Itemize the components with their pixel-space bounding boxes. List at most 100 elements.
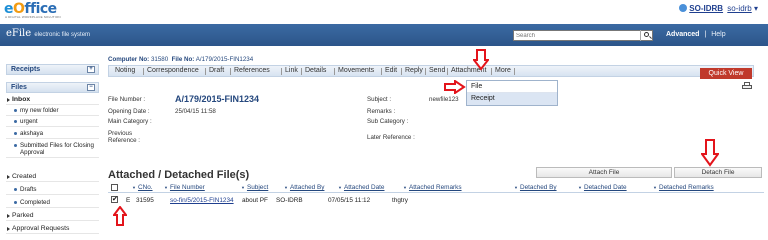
- sidebar-section-receipts[interactable]: Receipts +: [6, 64, 99, 75]
- table-row[interactable]: E 31595 so-fin/5/2015-FIN1234 about PF S…: [108, 195, 764, 206]
- select-all-checkbox[interactable]: [111, 184, 118, 191]
- quick-view-button[interactable]: Quick View: [700, 68, 752, 79]
- menu-movements[interactable]: Movements: [338, 67, 374, 74]
- opening-date-value: 25/04/15 11:58: [175, 108, 216, 115]
- header-links: Advanced | Help: [666, 31, 726, 38]
- expand-receipts-button[interactable]: +: [87, 66, 95, 73]
- menu-separator: [334, 68, 335, 75]
- expand-triangle-icon: [7, 175, 10, 179]
- computer-file-number: Computer No: 31580 File No: A/179/2015-F…: [108, 56, 254, 63]
- menu-separator: [143, 68, 144, 75]
- file-number-label: File Number :: [108, 96, 146, 103]
- logo-tagline: A DIGITAL WORKPLACE SOLUTION: [5, 15, 61, 19]
- menu-separator: [230, 68, 231, 75]
- chevron-down-icon[interactable]: ▾: [754, 4, 758, 13]
- menu-separator: [205, 68, 206, 75]
- bullet-icon: [14, 109, 17, 112]
- advanced-link[interactable]: Advanced: [666, 31, 699, 38]
- help-link[interactable]: Help: [711, 31, 725, 38]
- menu-correspondence[interactable]: Correspondence: [147, 67, 199, 74]
- arrow-up-icon: [113, 206, 127, 226]
- row-cno: 31595: [136, 197, 154, 204]
- menu-reply[interactable]: Reply: [405, 67, 423, 74]
- previous-reference-label: Previous Reference :: [108, 130, 140, 144]
- app-header: eFile electronic file system Advanced | …: [0, 24, 768, 46]
- menu-details[interactable]: Details: [305, 67, 326, 74]
- col-detached-date[interactable]: ▼ Detached Date: [578, 184, 627, 191]
- sub-category-label: Sub Category :: [367, 118, 409, 125]
- user-menu[interactable]: SO-IDRB so-idrb ▾: [679, 4, 758, 13]
- sidebar-item-approval-requests[interactable]: Approval Requests: [6, 224, 99, 234]
- row-file-number-link[interactable]: so-fin/5/2015-FIN1234: [170, 197, 234, 204]
- user-name-link[interactable]: SO-IDRB: [689, 4, 723, 13]
- search-icon[interactable]: [640, 30, 653, 41]
- row-type: E: [126, 197, 131, 204]
- bullet-icon: [14, 201, 17, 204]
- expand-triangle-icon: [7, 227, 10, 231]
- row-attached-by: SO-IDRB: [276, 197, 303, 204]
- menu-separator: [301, 68, 302, 75]
- menu-draft[interactable]: Draft: [209, 67, 224, 74]
- sidebar-item-akshaya[interactable]: akshaya: [6, 129, 99, 139]
- menu-send[interactable]: Send: [429, 67, 445, 74]
- col-cno[interactable]: ▼ CNo.: [132, 184, 153, 191]
- user-id[interactable]: so-idrb: [727, 4, 751, 13]
- menu-separator: [381, 68, 382, 75]
- dropdown-item-file[interactable]: File: [467, 81, 557, 93]
- menu-separator: [401, 68, 402, 75]
- col-detached-by[interactable]: ▼ Detached By: [514, 184, 557, 191]
- col-subject[interactable]: ▼ Subject: [241, 184, 268, 191]
- menu-separator: [514, 68, 515, 75]
- col-attached-date[interactable]: ▼ Attached Date: [338, 184, 384, 191]
- col-attached-by[interactable]: ▼ Attached By: [284, 184, 324, 191]
- expand-triangle-icon: [7, 214, 10, 218]
- opening-date-label: Opening Date :: [108, 108, 150, 115]
- menu-more[interactable]: More: [495, 67, 511, 74]
- main-category-label: Main Category :: [108, 118, 152, 125]
- sidebar-item-inbox[interactable]: Inbox: [6, 95, 99, 105]
- print-icon[interactable]: [742, 82, 752, 91]
- subject-label: Subject :: [367, 96, 392, 103]
- attach-file-button[interactable]: Attach File: [536, 167, 672, 178]
- bullet-icon: [14, 132, 17, 135]
- menu-separator: [281, 68, 282, 75]
- row-checkbox[interactable]: [111, 195, 118, 203]
- menu-separator: [447, 68, 448, 75]
- col-detached-remarks[interactable]: ▼ Detached Remarks: [653, 184, 714, 191]
- dropdown-item-receipt[interactable]: Receipt: [467, 93, 557, 105]
- sidebar-item-submitted-files[interactable]: Submitted Files for Closing Approval: [6, 141, 99, 158]
- sidebar-item-urgent[interactable]: urgent: [6, 117, 99, 127]
- menu-separator: [425, 68, 426, 75]
- bullet-icon: [14, 144, 17, 147]
- bullet-icon: [14, 188, 17, 191]
- file-number-value: A/179/2015-FIN1234: [175, 94, 260, 104]
- user-icon: [679, 4, 688, 12]
- row-attached-date: 07/05/15 11:12: [328, 197, 371, 204]
- top-bar: eOffice A DIGITAL WORKPLACE SOLUTION SO-…: [0, 0, 768, 22]
- sidebar-item-drafts[interactable]: Drafts: [6, 185, 99, 195]
- menu-noting[interactable]: Noting: [115, 67, 135, 74]
- sidebar-section-files[interactable]: Files −: [6, 82, 99, 93]
- attachment-dropdown: File Receipt: [466, 80, 558, 106]
- attached-section-title: Attached / Detached File(s): [108, 169, 250, 181]
- col-attached-remarks[interactable]: ▼ Attached Remarks: [403, 184, 462, 191]
- collapse-files-button[interactable]: −: [87, 84, 95, 91]
- menu-separator: [491, 68, 492, 75]
- sidebar-item-my-new-folder[interactable]: my new folder: [6, 106, 99, 116]
- col-file-number[interactable]: ▼ File Number: [164, 184, 205, 191]
- row-subject: about PF: [242, 197, 268, 204]
- detach-file-button[interactable]: Detach File: [674, 167, 762, 178]
- sidebar-item-parked[interactable]: Parked: [6, 211, 99, 221]
- arrow-down-icon: [701, 139, 719, 167]
- app-title: eFile electronic file system: [6, 28, 91, 39]
- menu-references[interactable]: References: [234, 67, 270, 74]
- sidebar-item-created[interactable]: Created: [6, 172, 99, 182]
- menu-edit[interactable]: Edit: [385, 67, 397, 74]
- later-reference-label: Later Reference :: [367, 134, 415, 141]
- file-menu-bar: Noting Correspondence Draft References L…: [108, 65, 754, 77]
- row-attached-remarks: thgtry: [392, 197, 408, 204]
- sidebar-item-completed[interactable]: Completed: [6, 198, 99, 208]
- subject-value: newfile123: [429, 96, 459, 103]
- menu-link[interactable]: Link: [285, 67, 298, 74]
- search-input[interactable]: [513, 30, 653, 41]
